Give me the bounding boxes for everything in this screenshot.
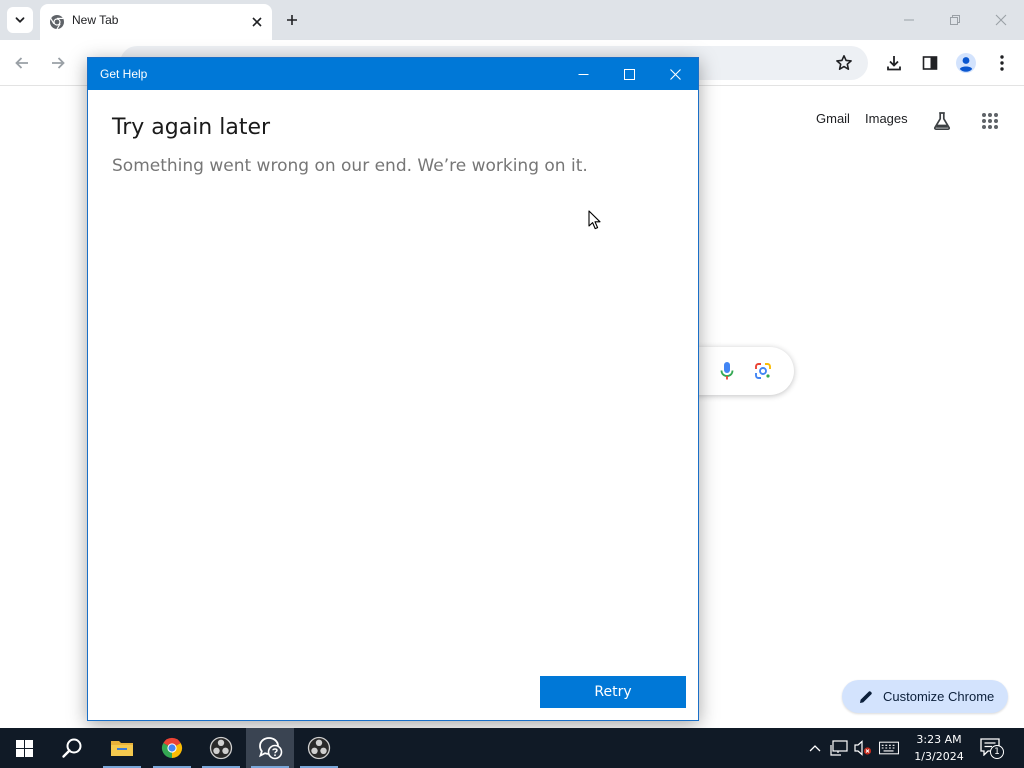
- windows-taskbar: 3:23 AM 1/3/2024 1: [0, 728, 1024, 768]
- tab-strip: New Tab: [0, 0, 1024, 40]
- restore-icon: [950, 15, 960, 25]
- taskbar-obs-studio[interactable]: [197, 728, 245, 768]
- get-help-window: Get Help Try again later Something went …: [87, 57, 699, 721]
- profile-button[interactable]: [954, 51, 978, 75]
- get-help-title: Get Help: [100, 67, 148, 81]
- downloads-button[interactable]: [882, 51, 906, 75]
- back-button[interactable]: [10, 51, 34, 75]
- tab-close-button[interactable]: [248, 13, 266, 31]
- clock-time: 3:23 AM: [916, 733, 962, 746]
- get-help-maximize-button[interactable]: [606, 58, 652, 90]
- chrome-close-button[interactable]: [991, 10, 1011, 30]
- keyboard-icon: [879, 741, 899, 755]
- download-icon: [887, 56, 901, 71]
- minimize-icon: [904, 19, 914, 21]
- taskbar-obs-studio-2[interactable]: [295, 728, 343, 768]
- notification-count-badge: 1: [990, 745, 1004, 759]
- get-help-minimize-button[interactable]: [560, 58, 606, 90]
- close-icon: [252, 17, 262, 27]
- google-lens-button[interactable]: [752, 360, 774, 382]
- google-lens-icon: [755, 363, 771, 379]
- chevron-down-icon: [15, 17, 25, 23]
- customize-chrome-button[interactable]: Customize Chrome: [842, 680, 1008, 713]
- volume-muted-icon: [854, 740, 872, 756]
- touch-keyboard-button[interactable]: [879, 738, 899, 758]
- folder-icon: [111, 741, 133, 756]
- maximize-icon: [623, 68, 635, 80]
- retry-button[interactable]: Retry: [540, 676, 686, 708]
- labs-button[interactable]: [931, 110, 953, 132]
- plus-icon: [287, 15, 297, 25]
- profile-icon: [956, 53, 976, 73]
- taskbar-search-button[interactable]: [48, 728, 96, 768]
- show-hidden-icons-button[interactable]: [805, 738, 825, 758]
- google-header-links: Gmail Images: [800, 110, 1020, 132]
- error-heading: Try again later: [112, 115, 271, 140]
- start-button[interactable]: [0, 728, 48, 768]
- arrow-right-icon: [52, 57, 65, 69]
- forward-button[interactable]: [46, 51, 70, 75]
- bookmark-button[interactable]: [832, 51, 856, 75]
- chrome-restore-button[interactable]: [945, 10, 965, 30]
- google-apps-button[interactable]: [979, 110, 1001, 132]
- action-center-button[interactable]: 1: [980, 738, 1006, 760]
- star-icon: [836, 55, 852, 70]
- mouse-cursor-icon: [588, 210, 601, 230]
- new-tab-button[interactable]: [281, 9, 303, 31]
- obs-studio-icon: [209, 736, 233, 760]
- side-panel-icon: [922, 56, 938, 70]
- minimize-icon: [578, 73, 588, 75]
- get-help-icon: [259, 737, 283, 760]
- volume-button[interactable]: [853, 738, 873, 758]
- network-button[interactable]: [829, 738, 849, 758]
- network-icon: [830, 740, 848, 756]
- close-icon: [995, 14, 1007, 26]
- labs-flask-icon: [933, 112, 951, 131]
- pencil-icon: [860, 691, 872, 703]
- gmail-link[interactable]: Gmail: [816, 111, 850, 126]
- chrome-minimize-button[interactable]: [899, 10, 919, 30]
- apps-grid-icon: [982, 113, 998, 129]
- chrome-icon: [161, 737, 183, 759]
- taskbar-chrome[interactable]: [148, 728, 196, 768]
- close-icon: [669, 68, 681, 80]
- arrow-left-icon: [15, 57, 28, 69]
- clock-date: 1/3/2024: [914, 750, 964, 763]
- windows-logo-icon: [15, 739, 33, 757]
- chevron-up-icon: [809, 745, 821, 752]
- chrome-menu-button[interactable]: [990, 51, 1014, 75]
- tab-title: New Tab: [72, 13, 119, 27]
- voice-search-button[interactable]: [716, 360, 738, 382]
- kebab-menu-icon: [1000, 55, 1004, 71]
- tab-search-button[interactable]: [7, 7, 33, 33]
- get-help-titlebar[interactable]: Get Help: [88, 58, 698, 90]
- images-link[interactable]: Images: [865, 111, 908, 126]
- taskbar-file-explorer[interactable]: [98, 728, 146, 768]
- taskbar-get-help[interactable]: [246, 728, 294, 768]
- system-clock[interactable]: 3:23 AM 1/3/2024: [906, 731, 972, 765]
- tab-new-tab[interactable]: New Tab: [40, 4, 272, 40]
- chrome-icon: [50, 15, 64, 30]
- customize-chrome-label: Customize Chrome: [883, 689, 995, 704]
- side-panel-button[interactable]: [918, 51, 942, 75]
- error-message: Something went wrong on our end. We’re w…: [112, 156, 588, 176]
- obs-studio-icon: [307, 736, 331, 760]
- microphone-icon: [720, 362, 734, 380]
- get-help-close-button[interactable]: [652, 58, 698, 90]
- search-icon: [62, 738, 82, 758]
